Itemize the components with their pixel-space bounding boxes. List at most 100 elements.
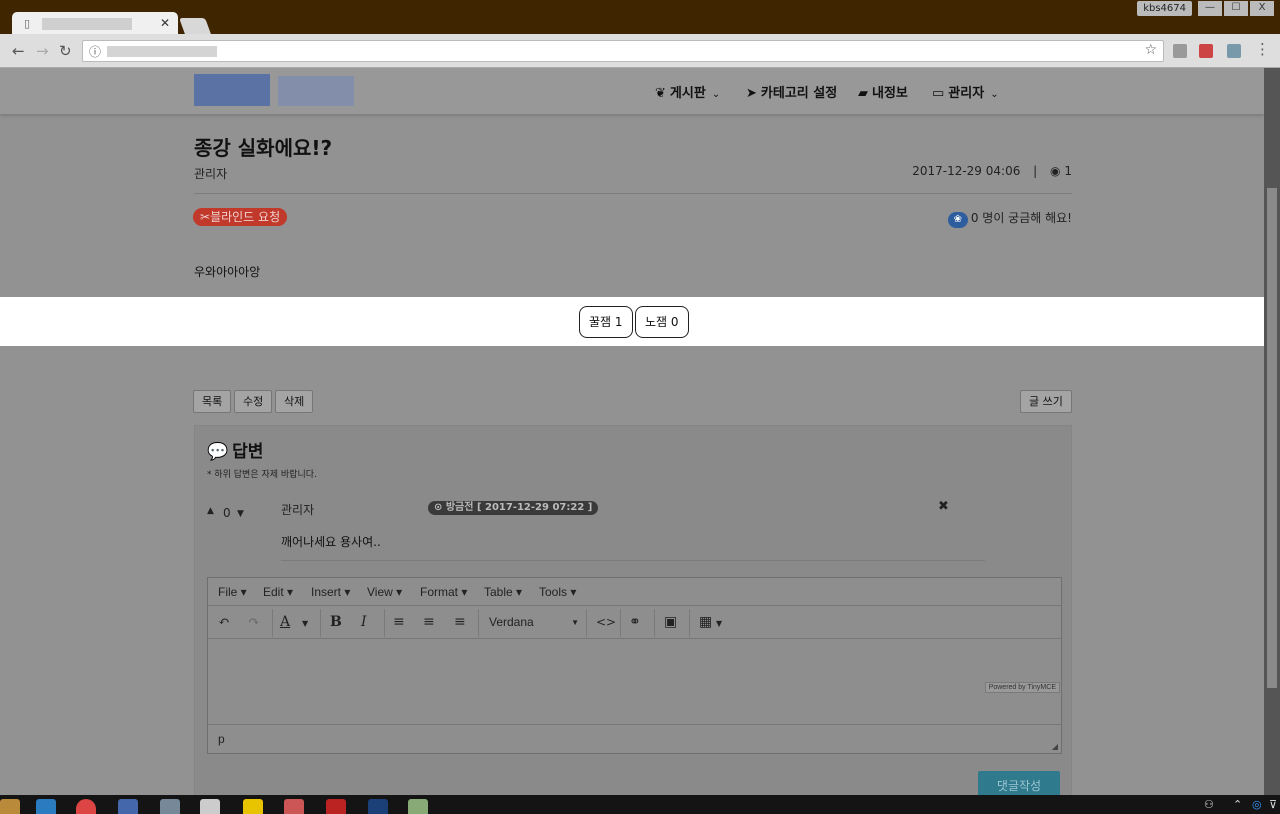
site-header: ❦ 게시판 ⌄ ➤ 카테고리 설정 ▰ 내정보 ▭ 관리자 ⌄ bbox=[0, 68, 1264, 114]
toolbar-separator bbox=[620, 609, 621, 637]
align-left-icon[interactable]: ≡ bbox=[393, 614, 405, 630]
italic-icon[interactable]: I bbox=[361, 614, 367, 630]
no-fun-vote-button[interactable]: 노잼 0 bbox=[635, 306, 689, 338]
eye-icon: ◉ bbox=[1050, 164, 1061, 178]
post-views: 1 bbox=[1064, 164, 1072, 178]
site-logo[interactable] bbox=[194, 74, 270, 106]
site-logo-text bbox=[278, 76, 354, 106]
menu-dots-icon[interactable]: ⋮ bbox=[1255, 40, 1270, 58]
upvote-icon[interactable]: ▲ bbox=[207, 506, 214, 516]
acrobat-icon[interactable] bbox=[326, 799, 346, 814]
photoshop-icon[interactable] bbox=[368, 799, 388, 814]
toolbar-separator bbox=[320, 609, 321, 637]
align-right-icon[interactable]: ≡ bbox=[454, 614, 466, 630]
table-icon[interactable]: ▦ bbox=[699, 614, 712, 630]
nav-admin[interactable]: ▭ 관리자 ⌄ bbox=[932, 82, 999, 101]
code-icon[interactable]: <> bbox=[596, 615, 616, 629]
submit-comment-button[interactable]: 댓글작성 bbox=[978, 771, 1060, 795]
delete-comment-icon[interactable]: ✖ bbox=[938, 499, 949, 514]
editor-menu-insert[interactable]: Insert ▾ bbox=[311, 585, 350, 599]
package-icon[interactable] bbox=[200, 799, 220, 814]
close-window-button[interactable]: X bbox=[1250, 1, 1274, 16]
undo-icon[interactable]: ↶ bbox=[218, 614, 230, 630]
resize-handle-icon[interactable]: ◢ bbox=[1052, 742, 1058, 751]
post-author: 관리자 bbox=[194, 167, 228, 181]
id-card-icon: ▭ bbox=[932, 86, 945, 101]
info-icon[interactable]: ⓘ bbox=[89, 43, 101, 60]
redo-icon[interactable]: ↷ bbox=[248, 614, 260, 630]
extension-icon[interactable] bbox=[1227, 44, 1241, 58]
extension-icon[interactable] bbox=[1173, 44, 1187, 58]
chrome-icon[interactable] bbox=[76, 799, 96, 814]
align-center-icon[interactable]: ≡ bbox=[423, 614, 435, 630]
paper-plane-icon: ➤ bbox=[746, 86, 757, 101]
tray-chevron-icon[interactable]: ⌃ bbox=[1233, 798, 1242, 811]
app-icon[interactable] bbox=[160, 799, 180, 814]
editor-content-area[interactable]: Powered by TinyMCE bbox=[208, 640, 1061, 724]
nav-my-info[interactable]: ▰ 내정보 bbox=[858, 82, 908, 101]
delete-button[interactable]: 삭제 bbox=[275, 390, 314, 413]
profile-badge[interactable]: kbs4674 bbox=[1137, 1, 1192, 16]
image-icon[interactable]: ▣ bbox=[664, 614, 677, 630]
rich-text-editor: File ▾ Edit ▾ Insert ▾ View ▾ Format ▾ T… bbox=[207, 577, 1062, 754]
close-tab-icon[interactable]: ✕ bbox=[160, 16, 170, 30]
blind-request-button[interactable]: ✂블라인드 요청 bbox=[193, 208, 288, 226]
chevron-down-icon[interactable]: ▼ bbox=[302, 619, 308, 628]
tray-app-icon[interactable]: ◎ bbox=[1252, 798, 1262, 811]
minimize-button[interactable]: — bbox=[1198, 1, 1222, 16]
tab-title-redacted bbox=[42, 18, 132, 30]
browser-tab[interactable]: ▯ ✕ bbox=[12, 12, 178, 36]
editor-menu-tools[interactable]: Tools ▾ bbox=[539, 585, 576, 599]
edit-button[interactable]: 수정 bbox=[234, 390, 273, 413]
comment-author: 관리자 bbox=[281, 503, 315, 517]
address-bar[interactable]: ⓘ ☆ bbox=[82, 40, 1164, 62]
link-icon[interactable]: ⚭ bbox=[629, 614, 641, 630]
reply-heading-text: 답변 bbox=[232, 442, 264, 462]
element-path[interactable]: p bbox=[218, 732, 225, 746]
downvote-icon[interactable]: ▼ bbox=[237, 509, 244, 519]
text-color-icon[interactable]: A bbox=[280, 614, 290, 630]
reply-heading: 💬 답변 bbox=[207, 437, 263, 462]
editor-menu-edit[interactable]: Edit ▾ bbox=[263, 585, 293, 599]
nav-admin-label: 관리자 bbox=[948, 86, 985, 101]
network-tray-icon[interactable]: ⊽ bbox=[1269, 798, 1277, 811]
eraser-icon[interactable] bbox=[284, 799, 304, 814]
taskbar: ⚇ ⌃ ◎ ⊽ bbox=[0, 795, 1280, 814]
curious-counter[interactable]: ❀ 0 명이 궁금해 해요! bbox=[900, 209, 1072, 228]
people-icon[interactable]: ⚇ bbox=[1204, 798, 1214, 811]
list-button[interactable]: 목록 bbox=[193, 390, 232, 413]
honey-vote-button[interactable]: 꿀잼 1 bbox=[579, 306, 633, 338]
chevron-down-icon[interactable]: ▼ bbox=[716, 619, 722, 628]
editor-menu-file[interactable]: File ▾ bbox=[218, 585, 247, 599]
editor-menu-view[interactable]: View ▾ bbox=[367, 585, 402, 599]
ie-icon[interactable] bbox=[36, 799, 56, 814]
reload-icon[interactable]: ↻ bbox=[59, 42, 72, 60]
browser-titlebar: ▯ ✕ kbs4674 — ☐ X bbox=[0, 0, 1280, 36]
powered-by-label[interactable]: Powered by TinyMCE bbox=[984, 682, 1060, 693]
extension-icon[interactable] bbox=[1199, 44, 1213, 58]
meta-separator: | bbox=[1033, 164, 1038, 178]
write-post-button[interactable]: 글 쓰기 bbox=[1020, 390, 1072, 413]
font-family-select[interactable]: Verdana ▼ bbox=[489, 615, 579, 629]
nav-category-label: 카테고리 설정 bbox=[760, 86, 838, 101]
nav-category-settings[interactable]: ➤ 카테고리 설정 bbox=[746, 82, 837, 101]
editor-menu-format[interactable]: Format ▾ bbox=[420, 585, 467, 599]
scrollbar-thumb[interactable] bbox=[1267, 188, 1277, 688]
scrollbar[interactable] bbox=[1264, 68, 1280, 795]
new-tab-button[interactable] bbox=[179, 18, 211, 34]
network-icon[interactable] bbox=[118, 799, 138, 814]
bold-icon[interactable]: B bbox=[330, 614, 342, 630]
reply-note: * 하위 답변은 자제 바랍니다. bbox=[207, 470, 317, 480]
kakaotalk-icon[interactable] bbox=[243, 799, 263, 814]
nav-board[interactable]: ❦ 게시판 ⌄ bbox=[655, 82, 720, 101]
bookmark-star-icon[interactable]: ☆ bbox=[1144, 42, 1157, 58]
window-controls: — ☐ X bbox=[1196, 1, 1274, 16]
chevron-down-icon: ⌄ bbox=[711, 89, 721, 100]
back-icon[interactable]: ← bbox=[12, 42, 25, 60]
forward-icon[interactable]: → bbox=[36, 42, 49, 60]
app-icon[interactable] bbox=[408, 799, 428, 814]
maximize-button[interactable]: ☐ bbox=[1224, 1, 1248, 16]
folder-icon[interactable] bbox=[0, 799, 20, 814]
editor-menu-table[interactable]: Table ▾ bbox=[484, 585, 522, 599]
blind-request-label: 블라인드 요청 bbox=[210, 210, 281, 224]
